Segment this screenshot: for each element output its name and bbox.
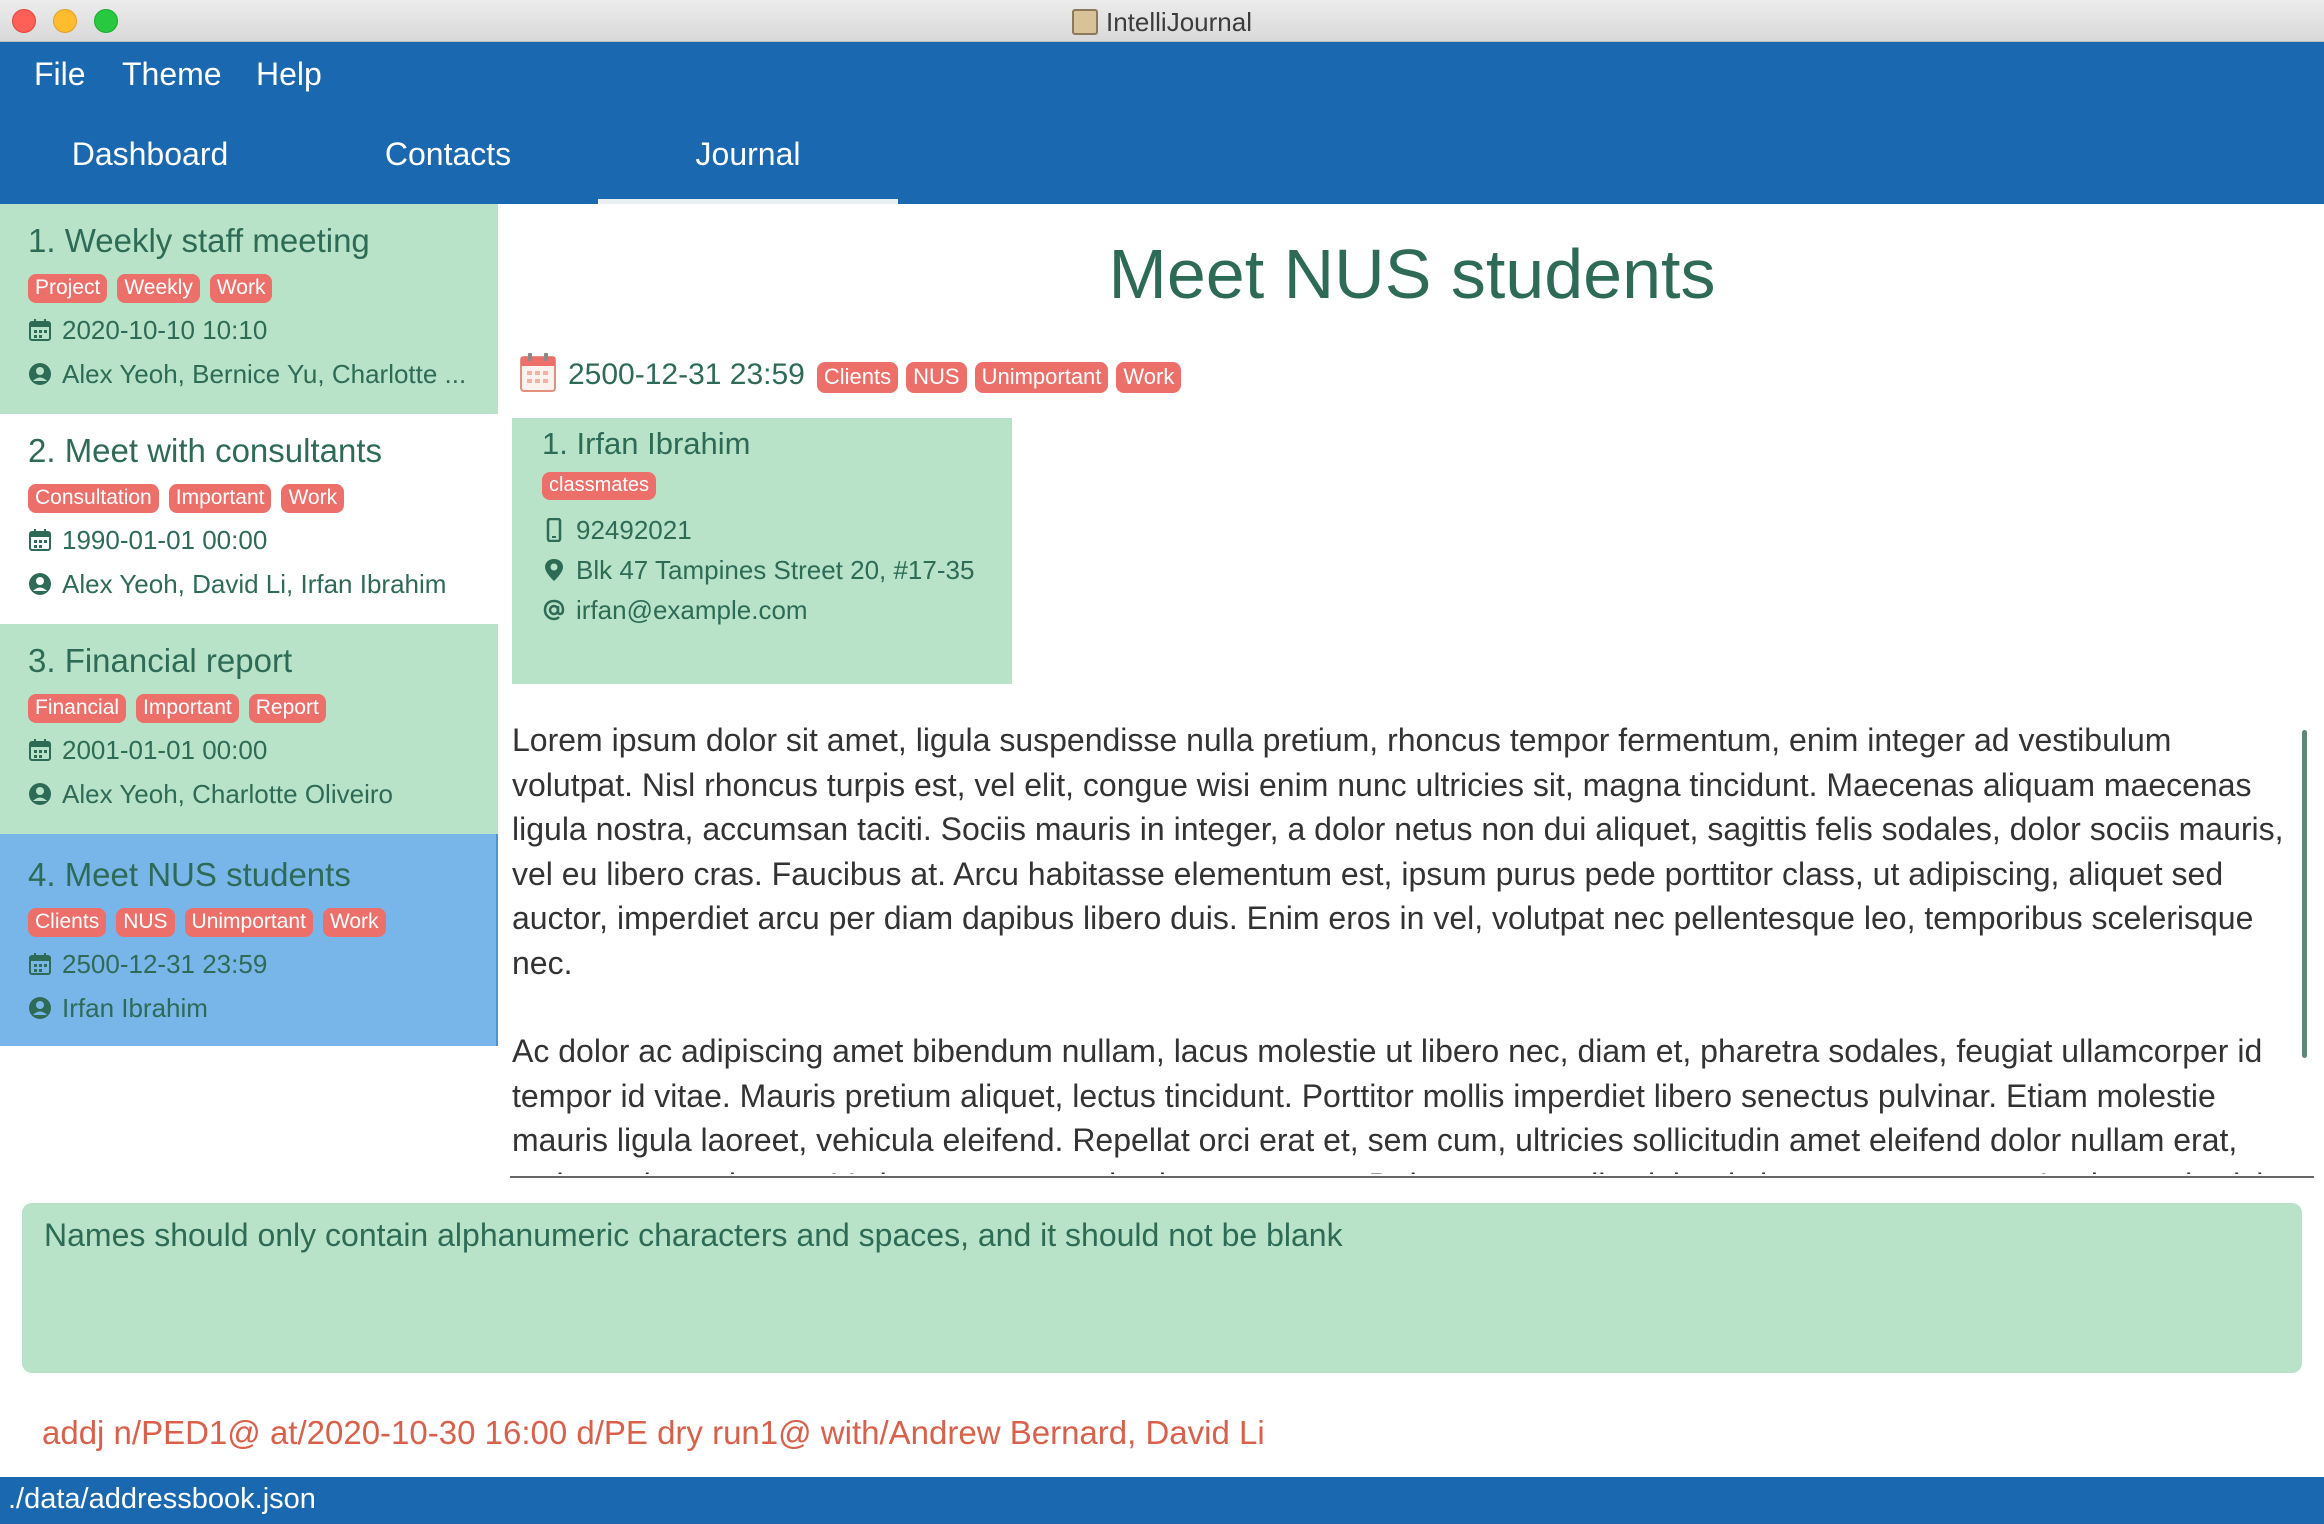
phone-icon xyxy=(546,518,562,542)
journal-entry-card-selected[interactable]: 4. Meet NUS students Clients NUS Unimporta… xyxy=(0,834,498,1046)
entry-datetime-row: 1990-01-01 00:00 xyxy=(28,518,498,562)
detail-tag: Unimportant xyxy=(974,362,1109,393)
menu-help[interactable]: Help xyxy=(256,56,322,93)
tab-dashboard[interactable]: Dashboard xyxy=(0,104,300,204)
menu-theme[interactable]: Theme xyxy=(122,56,222,93)
result-display: Names should only contain alphanumeric c… xyxy=(22,1203,2302,1373)
app-icon xyxy=(1072,9,1098,35)
calendar-icon xyxy=(29,319,51,341)
journal-entry-card[interactable]: 2. Meet with consultants Consultation Imp… xyxy=(0,414,498,624)
description-scrollbar[interactable] xyxy=(2300,718,2310,1174)
command-box[interactable] xyxy=(22,1400,2302,1466)
result-message: Names should only contain alphanumeric c… xyxy=(44,1217,1343,1253)
entry-tag: Unimportant xyxy=(184,908,313,937)
contact-card[interactable]: 1. Irfan Ibrahim classmates 92492021 Blk… xyxy=(512,418,1012,684)
entry-title: 3. Financial report xyxy=(28,642,293,679)
entry-title: 2. Meet with consultants xyxy=(28,432,383,469)
detail-meta-row: 2500-12-31 23:59 Clients NUS Unimportant Wor… xyxy=(520,352,1189,402)
location-pin-icon xyxy=(545,559,563,581)
entry-tag: Work xyxy=(281,484,345,513)
description-paragraph: Lorem ipsum dolor sit amet, ligula suspe… xyxy=(512,722,2284,981)
entry-contacts: Alex Yeoh, Charlotte Oliveiro xyxy=(62,779,393,809)
contact-address-row: Blk 47 Tampines Street 20, #17-35 xyxy=(542,550,1012,590)
entry-tag: Important xyxy=(168,484,272,513)
calendar-icon xyxy=(520,353,556,392)
entry-contacts: Irfan Ibrahim xyxy=(62,993,208,1023)
tab-journal[interactable]: Journal xyxy=(598,104,898,204)
entry-description[interactable]: Lorem ipsum dolor sit amet, ligula suspe… xyxy=(512,718,2298,1174)
journal-entry-list[interactable]: 1. Weekly staff meeting Project Weekly Wor… xyxy=(0,204,498,1179)
entry-tag: Consultation xyxy=(28,484,159,513)
journal-entry-card[interactable]: 1. Weekly staff meeting Project Weekly Wor… xyxy=(0,204,498,414)
entry-contacts-row: Alex Yeoh, Bernice Yu, Charlotte ... xyxy=(28,352,498,396)
entry-tags: Project Weekly Work xyxy=(28,266,498,308)
contact-name: 1. Irfan Ibrahim xyxy=(542,426,751,461)
contact-phone: 92492021 xyxy=(576,515,692,545)
entry-tag: Financial xyxy=(28,694,127,723)
detail-tag: NUS xyxy=(906,362,967,393)
detail-tag: Clients xyxy=(816,362,899,393)
journal-detail-panel: Meet NUS students 2500-12-31 23:59 Client… xyxy=(500,204,2324,1179)
entry-title: 4. Meet NUS students xyxy=(28,856,351,893)
entry-title: 1. Weekly staff meeting xyxy=(28,222,370,259)
tab-contacts[interactable]: Contacts xyxy=(298,104,598,204)
entry-tags: Consultation Important Work xyxy=(28,476,498,518)
journal-entry-card[interactable]: 3. Financial report Financial Important Re… xyxy=(0,624,498,834)
description-paragraph: Ac dolor ac adipiscing amet bibendum nul… xyxy=(512,1033,2263,1174)
entry-tag: Work xyxy=(209,274,273,303)
calendar-icon xyxy=(29,529,51,551)
entry-contacts-row: Irfan Ibrahim xyxy=(28,986,496,1030)
detail-datetime: 2500-12-31 23:59 xyxy=(568,358,805,391)
entry-contacts: Alex Yeoh, David Li, Irfan Ibrahim xyxy=(62,569,447,599)
entry-datetime-row: 2001-01-01 00:00 xyxy=(28,728,498,772)
status-bar: ./data/addressbook.json xyxy=(0,1477,2324,1524)
entry-tag: Report xyxy=(248,694,326,723)
contact-tag: classmates xyxy=(542,472,657,500)
window-title-text: IntelliJournal xyxy=(1106,7,1252,37)
entry-datetime: 2020-10-10 10:10 xyxy=(62,315,268,345)
calendar-icon xyxy=(29,953,51,975)
contact-email: irfan@example.com xyxy=(576,595,808,625)
contact-address: Blk 47 Tampines Street 20, #17-35 xyxy=(576,555,975,585)
menu-bar: File Theme Help xyxy=(0,42,2324,104)
window-title: IntelliJournal xyxy=(0,7,2324,38)
entry-datetime: 1990-01-01 00:00 xyxy=(62,525,268,555)
entry-datetime-row: 2020-10-10 10:10 xyxy=(28,308,498,352)
detail-tag: Work xyxy=(1116,362,1182,393)
tab-bar: Dashboard Contacts Journal xyxy=(0,104,2324,204)
entry-contacts: Alex Yeoh, Bernice Yu, Charlotte ... xyxy=(62,359,467,389)
entry-tags: Financial Important Report xyxy=(28,686,498,728)
entry-tag: Work xyxy=(322,908,386,937)
entry-contacts-row: Alex Yeoh, David Li, Irfan Ibrahim xyxy=(28,562,498,606)
entry-tag: Weekly xyxy=(117,274,200,303)
entry-tags: Clients NUS Unimportant Work xyxy=(28,900,496,942)
at-sign-icon xyxy=(543,599,565,621)
contact-tags: classmates xyxy=(542,470,1012,510)
entry-tag: Clients xyxy=(28,908,107,937)
save-file-path: ./data/addressbook.json xyxy=(8,1483,316,1515)
entry-contacts-row: Alex Yeoh, Charlotte Oliveiro xyxy=(28,772,498,816)
scrollbar-thumb[interactable] xyxy=(2302,730,2307,1058)
command-input[interactable] xyxy=(42,1408,2282,1458)
detail-title: Meet NUS students xyxy=(1108,235,1716,313)
entry-tag: Project xyxy=(28,274,108,303)
entry-tag: NUS xyxy=(116,908,175,937)
contact-phone-row: 92492021 xyxy=(542,510,1012,550)
menu-file[interactable]: File xyxy=(34,56,86,93)
user-circle-icon xyxy=(29,573,51,595)
window-title-bar: IntelliJournal xyxy=(0,0,2324,42)
entry-datetime-row: 2500-12-31 23:59 xyxy=(28,942,496,986)
entry-datetime: 2500-12-31 23:59 xyxy=(62,949,268,979)
calendar-icon xyxy=(29,739,51,761)
divider xyxy=(510,1176,2314,1178)
user-circle-icon xyxy=(29,997,51,1019)
entry-datetime: 2001-01-01 00:00 xyxy=(62,735,268,765)
user-circle-icon xyxy=(29,363,51,385)
contact-email-row: irfan@example.com xyxy=(542,590,1012,630)
entry-tag: Important xyxy=(136,694,239,723)
user-circle-icon xyxy=(29,783,51,805)
